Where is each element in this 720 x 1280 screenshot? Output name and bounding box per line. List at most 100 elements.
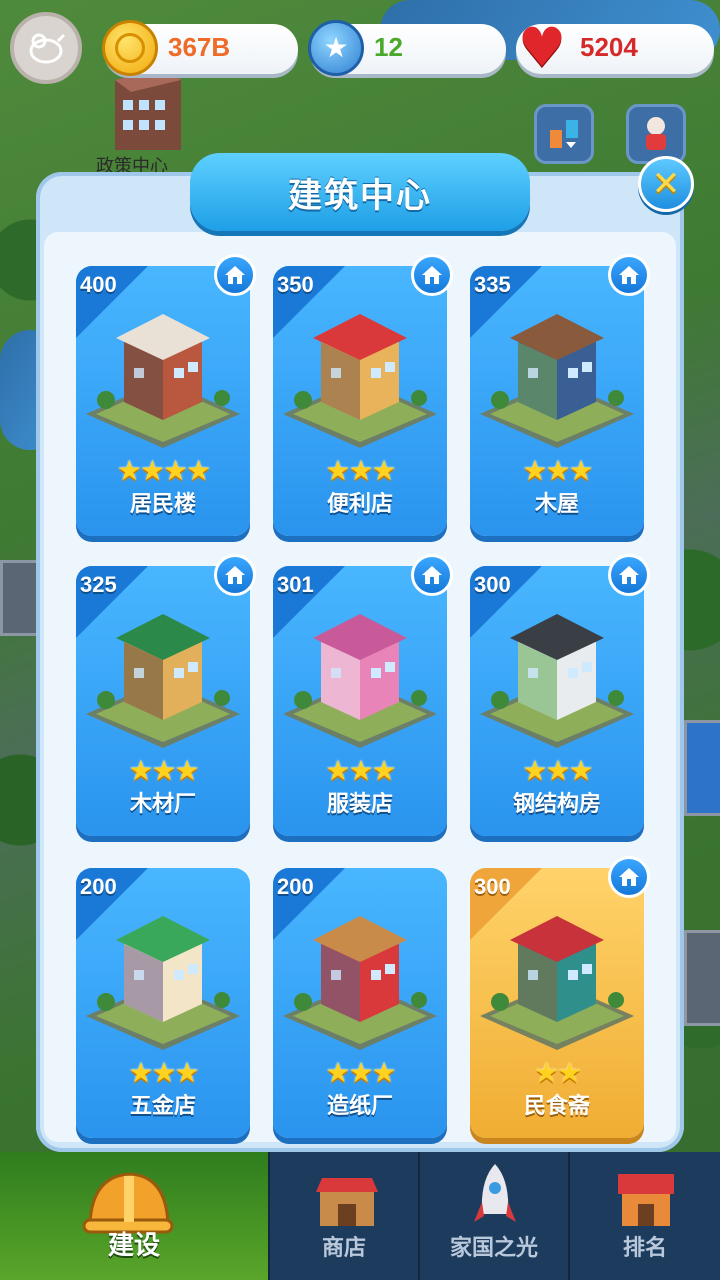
tab-rank-label: 排名 [622, 1236, 667, 1261]
tab-build-label: 建设 [107, 1231, 160, 1261]
rating-star-icon: ★ [568, 754, 594, 787]
dialog-title: 建筑中心 [288, 175, 432, 216]
rating-star-icon: ★ [139, 454, 165, 487]
rating-star-icon: ★ [545, 454, 570, 487]
building-name: 服装店 [326, 792, 393, 817]
building-card[interactable]: 335 ★★★ 木屋 [470, 266, 644, 536]
building-card[interactable]: 200 ★★★ 造纸厂 [273, 868, 447, 1138]
road-right [684, 720, 720, 816]
building-card[interactable]: 325 ★★★ 木材厂 [76, 566, 250, 836]
close-icon: ✕ [651, 164, 681, 204]
building-illustration [283, 314, 437, 448]
building-card[interactable]: 350 ★★★ 便利店 [273, 266, 447, 536]
star-rating: ★★★ [470, 454, 644, 487]
rating-star-icon: ★ [522, 754, 547, 787]
rating-star-icon: ★ [116, 454, 142, 487]
heart-icon: ♥ [517, 16, 567, 79]
building-price: 300 [474, 874, 511, 899]
building-illustration [480, 614, 634, 748]
home-icon [225, 566, 245, 584]
star-rating: ★★★ [76, 754, 250, 787]
character-icon [646, 117, 666, 150]
map-swap-button[interactable] [534, 104, 594, 164]
building-price: 200 [80, 874, 117, 899]
building-name: 民食斋 [523, 1094, 590, 1119]
building-price: 200 [277, 874, 314, 899]
building-price: 300 [474, 572, 511, 597]
event-button[interactable] [626, 104, 686, 164]
building-illustration [86, 614, 240, 748]
star-counter[interactable]: ★ 12 [308, 20, 506, 76]
home-badge[interactable] [214, 254, 256, 296]
rating-star-icon: ★ [128, 754, 153, 787]
rating-star-icon: ★ [128, 1056, 153, 1089]
building-card[interactable]: 300 ★★ 民食斋 [470, 868, 644, 1138]
building-card[interactable]: 400 ★★★★ 居民楼 [76, 266, 250, 536]
home-icon [422, 266, 442, 284]
rating-star-icon: ★ [371, 1056, 397, 1089]
home-icon [225, 266, 245, 284]
bottom-nav: 建设 商店 家国之光 排名 [0, 1152, 720, 1280]
building-price: 325 [80, 572, 117, 597]
star-rating: ★★★ [273, 454, 447, 487]
swap-arrows-icon [550, 120, 578, 148]
tab-homeland[interactable]: 家国之光 [418, 1152, 568, 1280]
rating-star-icon: ★ [348, 1056, 373, 1089]
tab-shop[interactable]: 商店 [268, 1152, 418, 1280]
close-button[interactable]: ✕ [638, 156, 694, 212]
building-price: 400 [80, 272, 117, 297]
building-name: 便利店 [326, 492, 393, 517]
tab-build[interactable]: 建设 [0, 1152, 268, 1280]
building-illustration [86, 916, 240, 1050]
dog-avatar-icon [29, 33, 66, 64]
building-name: 钢结构房 [512, 792, 601, 817]
building-card[interactable]: 200 ★★★ 五金店 [76, 868, 250, 1138]
rating-star-icon: ★ [163, 454, 188, 487]
rating-star-icon: ★ [174, 1056, 200, 1089]
heart-value: 5204 [580, 32, 638, 62]
policy-center-building[interactable] [105, 60, 185, 155]
tab-homeland-label: 家国之光 [449, 1236, 538, 1261]
rating-star-icon: ★ [533, 1056, 559, 1089]
home-icon [422, 566, 442, 584]
road-right-2 [684, 930, 720, 1026]
heart-counter[interactable]: ♥ 5204 [516, 21, 714, 75]
building-illustration [480, 314, 634, 448]
tab-rank[interactable]: 排名 [568, 1152, 720, 1280]
rocket-icon [474, 1164, 516, 1222]
building-illustration [86, 314, 240, 448]
rating-star-icon: ★ [568, 454, 594, 487]
home-badge[interactable] [608, 856, 650, 898]
coin-value: 367B [168, 32, 231, 62]
building-name: 木屋 [534, 492, 579, 517]
home-badge[interactable] [411, 254, 453, 296]
building-name: 木材厂 [129, 792, 196, 817]
ranking-podium-icon [618, 1174, 674, 1226]
home-icon [619, 566, 639, 584]
star-value: 12 [374, 32, 403, 62]
home-badge[interactable] [608, 554, 650, 596]
rating-star-icon: ★ [557, 1056, 582, 1089]
building-illustration [283, 614, 437, 748]
home-badge[interactable] [214, 554, 256, 596]
rating-star-icon: ★ [325, 1056, 350, 1089]
building-price: 350 [277, 272, 314, 297]
building-card[interactable]: 301 ★★★ 服装店 [273, 566, 447, 836]
star-rating: ★★★ [470, 754, 644, 787]
home-icon [619, 266, 639, 284]
home-badge[interactable] [411, 554, 453, 596]
rating-star-icon: ★ [545, 754, 570, 787]
home-icon [619, 868, 639, 886]
tab-shop-label: 商店 [321, 1236, 366, 1261]
dialog-title-bar: 建筑中心 [190, 153, 530, 231]
star-rating: ★★★ [273, 1056, 447, 1089]
coin-counter[interactable]: 367B [102, 20, 298, 76]
rating-star-icon: ★ [348, 454, 373, 487]
player-avatar[interactable] [10, 12, 82, 84]
shop-icon [316, 1178, 378, 1226]
home-badge[interactable] [608, 254, 650, 296]
building-price: 301 [277, 572, 314, 597]
building-card[interactable]: 300 ★★★ 钢结构房 [470, 566, 644, 836]
star-rating: ★★★ [273, 754, 447, 787]
star-rating: ★★ [470, 1056, 644, 1089]
